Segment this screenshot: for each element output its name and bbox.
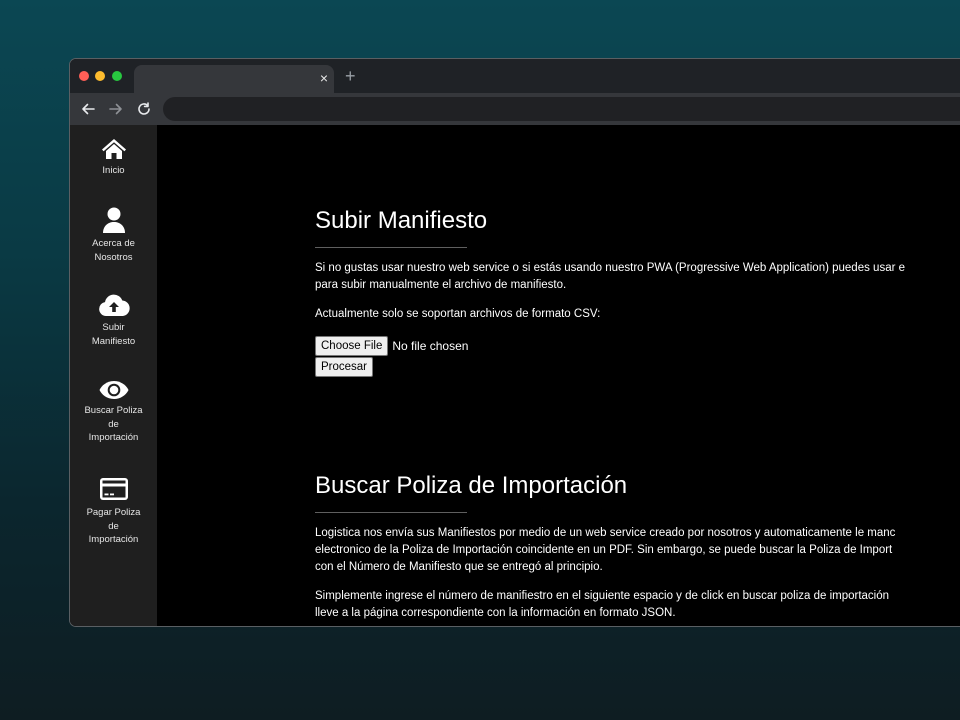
upload-format-note: Actualmente solo se soportan archivos de… <box>315 308 601 320</box>
procesar-button[interactable]: Procesar <box>315 357 374 377</box>
sidebar-item-label: Pagar Poliza de Importación <box>86 507 141 545</box>
sidebar-item-acerca[interactable]: Acerca de Nosotros <box>70 206 157 264</box>
browser-toolbar <box>70 93 960 125</box>
search-paragraph-line: Simplemente ingrese el número de manifie… <box>315 590 890 602</box>
upload-paragraph-line: para subir manualmente el archivo de man… <box>315 279 567 291</box>
search-title: Buscar Poliza de Importación <box>315 472 628 499</box>
maximize-window-button[interactable] <box>112 71 122 81</box>
new-tab-button[interactable]: + <box>345 67 356 85</box>
search-paragraph-line: con el Número de Manifiesto que se entre… <box>315 561 603 573</box>
search-paragraph-line: Logistica nos envía sus Manifiestos por … <box>315 527 896 539</box>
sidebar-item-pagar[interactable]: Pagar Poliza de Importación <box>70 475 157 547</box>
upload-paragraph-line: Si no gustas usar nuestro web service o … <box>315 262 906 274</box>
tab-bar: × + <box>70 59 960 93</box>
reload-icon[interactable] <box>134 99 154 119</box>
upload-section: Subir Manifiesto Si no gustas usar nuest… <box>315 207 960 377</box>
back-arrow-icon[interactable] <box>78 99 98 119</box>
sidebar: Inicio Acerca de Nosotros Subir Manifies… <box>70 125 157 626</box>
file-input: Choose File No file chosen <box>315 336 960 356</box>
search-section: Buscar Poliza de Importación Logistica n… <box>315 472 960 622</box>
browser-window: × + Inicio Acerca de Nosotros Subir Mani… <box>69 58 960 627</box>
sidebar-item-buscar[interactable]: Buscar Poliza de Importación <box>70 379 157 445</box>
sidebar-item-label: Acerca de Nosotros <box>92 238 135 263</box>
home-icon <box>101 139 126 159</box>
eye-icon <box>99 381 128 399</box>
search-paragraph-line: lleve a la página correspondiente con la… <box>315 607 676 619</box>
main-content: Subir Manifiesto Si no gustas usar nuest… <box>157 125 960 626</box>
file-status-text: No file chosen <box>392 339 469 353</box>
sidebar-item-label: Subir Manifiesto <box>91 322 136 347</box>
search-paragraph-line: electronico de la Poliza de Importación … <box>315 544 893 556</box>
tab-close-icon[interactable]: × <box>320 70 328 86</box>
cloud-upload-icon <box>98 294 130 316</box>
sidebar-item-label: Buscar Poliza de Importación <box>84 405 143 443</box>
address-bar[interactable] <box>163 97 960 121</box>
forward-arrow-icon[interactable] <box>106 99 126 119</box>
sidebar-item-label: Inicio <box>102 165 125 176</box>
sidebar-item-subir[interactable]: Subir Manifiesto <box>70 292 157 348</box>
upload-title: Subir Manifiesto <box>315 207 488 234</box>
title-divider <box>315 247 467 248</box>
user-icon <box>102 207 125 233</box>
browser-tab[interactable]: × <box>134 65 334 93</box>
sidebar-item-inicio[interactable]: Inicio <box>70 137 157 178</box>
credit-card-icon <box>99 478 128 500</box>
minimize-window-button[interactable] <box>95 71 105 81</box>
close-window-button[interactable] <box>79 71 89 81</box>
title-divider <box>315 512 467 513</box>
choose-file-button[interactable]: Choose File <box>315 336 389 356</box>
